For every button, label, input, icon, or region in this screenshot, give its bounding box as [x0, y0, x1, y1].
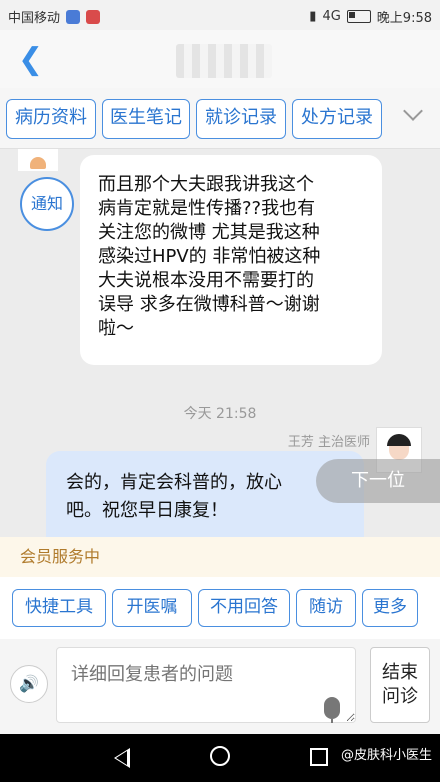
nav-back-icon[interactable]	[114, 748, 130, 768]
notice-badge[interactable]: 通知	[20, 177, 74, 231]
carrier-label: 中国移动	[8, 11, 61, 26]
microphone-icon[interactable]	[324, 697, 340, 723]
tab-bar: 病历资料 医生笔记 就诊记录 处方记录	[0, 88, 440, 149]
header: ❮	[0, 30, 440, 88]
signal-icon: ▮	[309, 9, 317, 24]
voice-toggle-icon[interactable]: 🔊	[10, 665, 48, 703]
patient-message-bubble: 而且那个大夫跟我讲我这个 病肯定就是性传播??我也有 关注您的微博 尤其是我这种…	[80, 155, 382, 365]
patient-name-blurred	[176, 44, 272, 78]
next-patient-button[interactable]: 下一位	[316, 459, 440, 503]
chevron-down-icon[interactable]	[403, 101, 423, 121]
chat-area[interactable]: 通知 而且那个大夫跟我讲我这个 病肯定就是性传播??我也有 关注您的微博 尤其是…	[0, 149, 440, 537]
battery-icon	[346, 10, 371, 23]
more-button[interactable]: 更多	[362, 589, 418, 627]
app-notification-icon-2	[86, 9, 101, 24]
member-service-bar: 会员服务中	[0, 537, 440, 577]
message-timestamp: 今天 21:58	[183, 406, 257, 422]
quick-tools-button[interactable]: 快捷工具	[12, 589, 106, 627]
input-area: 🔊 结束 问诊	[0, 639, 440, 734]
no-reply-button[interactable]: 不用回答	[198, 589, 290, 627]
prescribe-button[interactable]: 开医嘱	[112, 589, 192, 627]
app-notification-icon	[66, 9, 81, 24]
watermark-label: @皮肤科小医生	[340, 748, 432, 763]
network-label: 4G	[322, 9, 341, 24]
follow-up-button[interactable]: 随访	[296, 589, 356, 627]
tab-visit-records[interactable]: 就诊记录	[196, 99, 286, 139]
nav-recent-apps-icon[interactable]	[310, 748, 328, 766]
reply-input[interactable]	[56, 647, 356, 723]
nav-home-icon[interactable]	[210, 746, 230, 766]
back-button[interactable]: ❮	[18, 42, 43, 77]
patient-avatar	[18, 149, 58, 171]
tab-medical-records[interactable]: 病历资料	[6, 99, 96, 139]
system-nav-bar: @皮肤科小医生	[0, 734, 440, 782]
quick-action-bar: 快捷工具 开医嘱 不用回答 随访 更多	[0, 577, 440, 639]
doctor-name-label: 王芳 主治医师	[287, 435, 370, 450]
status-bar: 中国移动 ▮ 4G 晚上9:58	[0, 0, 440, 30]
end-consultation-button[interactable]: 结束 问诊	[370, 647, 430, 723]
doctor-message-bubble: 会的，肯定会科普的，放心 吧。祝您早日康复！	[46, 451, 364, 537]
tab-prescriptions[interactable]: 处方记录	[292, 99, 382, 139]
tab-doctor-notes[interactable]: 医生笔记	[102, 99, 190, 139]
clock-label: 晚上9:58	[376, 11, 432, 26]
